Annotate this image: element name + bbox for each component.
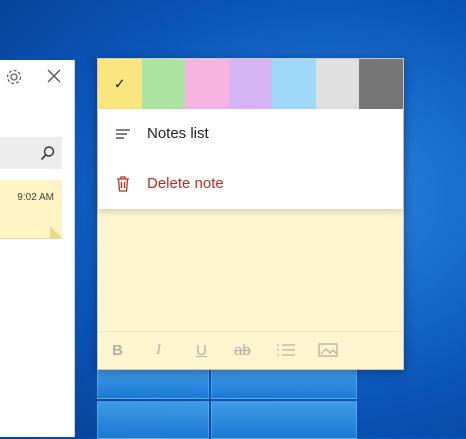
color-swatch-green[interactable] [141, 59, 186, 109]
desktop-tile [211, 369, 357, 399]
color-swatch-yellow[interactable]: ✓ [98, 59, 142, 109]
underline-button[interactable]: U [196, 342, 207, 359]
strikethrough-button[interactable]: ab [234, 342, 251, 359]
gear-icon[interactable] [5, 68, 23, 86]
check-icon: ✓ [113, 75, 126, 92]
italic-button[interactable]: I [156, 342, 161, 359]
search-icon[interactable] [40, 145, 56, 161]
image-icon[interactable] [318, 343, 338, 361]
color-swatch-blue[interactable] [272, 59, 316, 109]
notes-list-menu-item[interactable]: Notes list [98, 109, 403, 159]
color-swatch-pink[interactable] [185, 59, 229, 109]
delete-note-menu-item[interactable]: Delete note [98, 159, 403, 209]
bullet-list-icon[interactable] [276, 343, 296, 361]
list-icon [115, 125, 131, 143]
notes-list-window: 9:02 AM [0, 60, 75, 437]
color-swatch-charcoal[interactable] [359, 59, 404, 109]
desktop-tile [211, 401, 357, 439]
search-input[interactable] [0, 137, 62, 169]
desktop-tile [97, 401, 209, 439]
bold-button[interactable]: B [112, 342, 123, 359]
color-picker: ✓ [98, 59, 404, 109]
note-corner-fold [50, 226, 62, 238]
close-icon[interactable] [46, 68, 62, 84]
trash-icon [115, 175, 131, 193]
desktop-tile [97, 369, 209, 399]
delete-note-label: Delete note [147, 175, 224, 192]
color-swatch-gray[interactable] [315, 59, 360, 109]
note-menu: Notes list Delete note [98, 109, 403, 209]
formatting-toolbar: B I U ab [98, 331, 403, 370]
sticky-note-window: ✓ Notes list Delete note B I U ab [97, 58, 404, 370]
note-list-item[interactable]: 9:02 AM [0, 180, 62, 239]
color-swatch-purple[interactable] [228, 59, 273, 109]
note-timestamp: 9:02 AM [17, 192, 54, 203]
notes-list-label: Notes list [147, 125, 209, 142]
